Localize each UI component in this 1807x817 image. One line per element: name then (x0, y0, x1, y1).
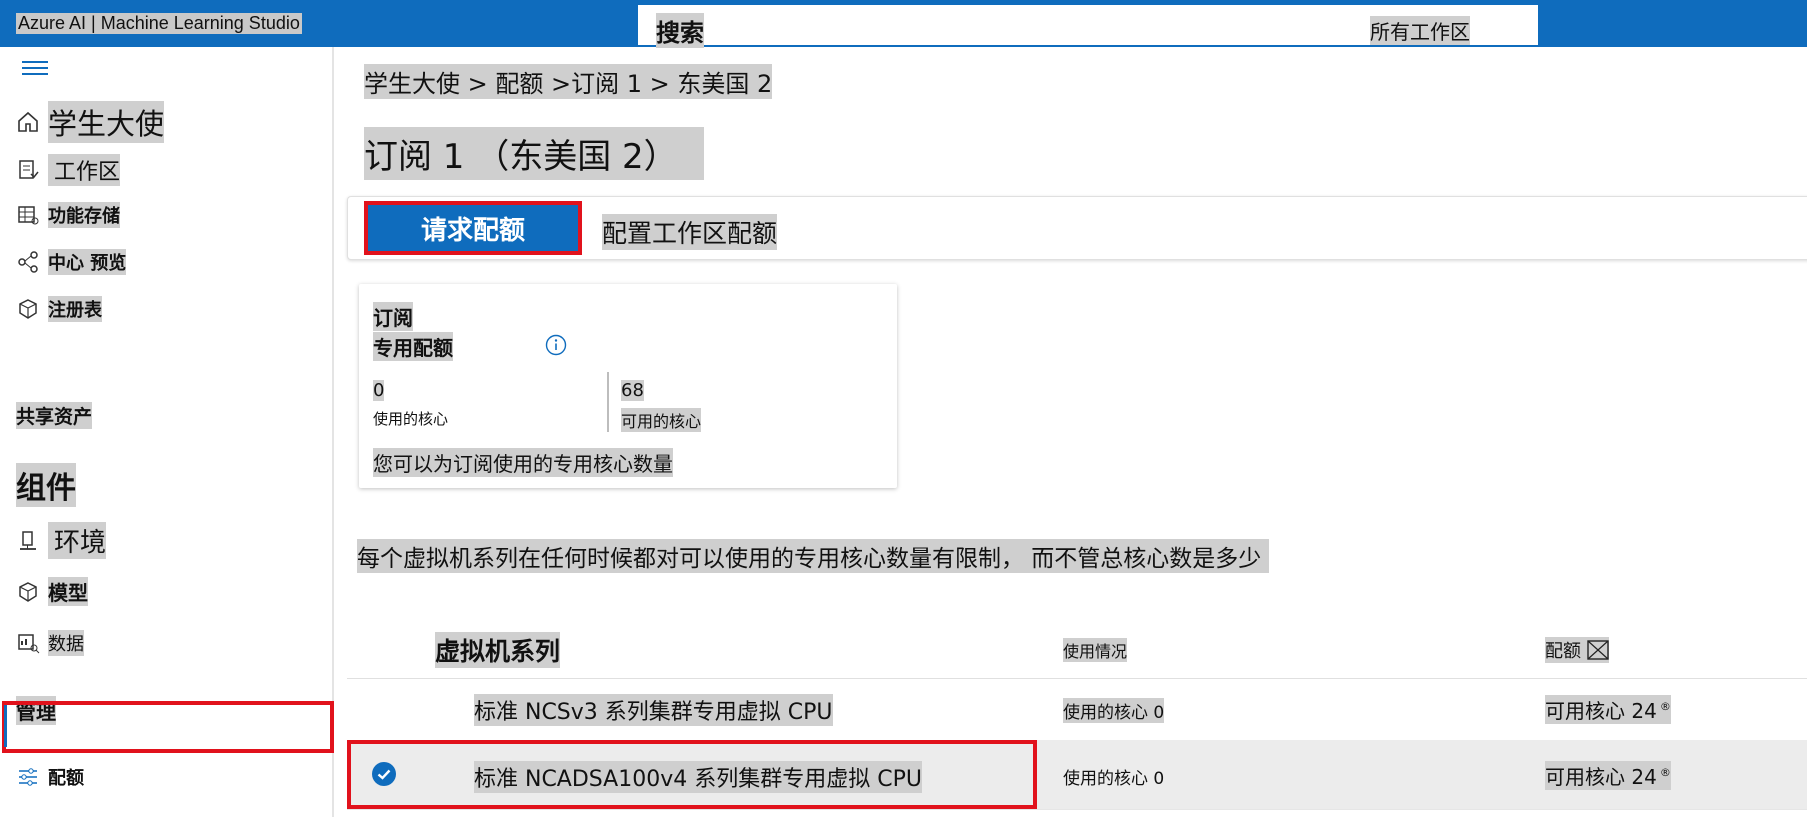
workspace-icon (19, 160, 39, 179)
sidebar-item-label: 学生大使 (48, 101, 165, 143)
available-cores-label: 可用的核心 (621, 408, 702, 432)
dedicated-quota-card: 订阅 专用配额 0 使用的核心 68 可用的核心 您可以为订阅使用的专用核心数量 (359, 284, 897, 488)
vm-family-limit-description: 每个虚拟机系列在任何时候都对可以使用的专用核心数量有限制， 而不管总核心数是多少 (357, 539, 1270, 573)
sidebar-item-label: 工作区 (48, 154, 121, 186)
sidebar-item-label: 环境 (48, 522, 107, 559)
command-bar: 请求配额 配置工作区配额 (347, 196, 1807, 260)
quota-sliders-icon (19, 768, 37, 786)
sidebar-item-label: 功能存储 (48, 202, 120, 228)
table-row[interactable]: 标准 NCSv3 系列集群专用虚拟 CPU 使用的核心 0 可用核心 24 ® (347, 678, 1807, 741)
table-row-selected[interactable]: 标准 NCADSA100v4 系列集群专用虚拟 CPU 使用的核心 0 可用核心… (347, 740, 1807, 810)
quota-note-icon: ® (1659, 700, 1671, 714)
sidebar-item-home[interactable]: 学生大使 (16, 101, 165, 143)
row-checked-icon[interactable] (371, 761, 397, 787)
app-title[interactable]: Azure AI | Machine Learning Studio (16, 13, 302, 34)
card-note: 您可以为订阅使用的专用核心数量 (373, 448, 673, 477)
section-heading-components[interactable]: 组件 (16, 463, 76, 507)
environment-icon (20, 530, 36, 550)
sidebar-item-label: 数据 (48, 630, 84, 656)
used-cores-value: 0 (373, 380, 385, 401)
registry-icon (19, 299, 37, 319)
workspace-scope-dropdown[interactable]: 所有工作区 (1370, 16, 1470, 45)
vm-family-cell: 标准 NCADSA100v4 系列集群专用虚拟 CPU (474, 761, 922, 793)
sidebar-item-environments[interactable]: 环境 (16, 522, 107, 559)
usage-cell: 使用的核心 0 (1063, 769, 1165, 789)
search-box[interactable]: 搜索 所有工作区 (638, 5, 1538, 48)
sidebar-item-label: 中心 预览 (48, 249, 127, 275)
sidebar-item-registries[interactable]: 注册表 (16, 296, 102, 322)
vm-family-cell: 标准 NCSv3 系列集群专用虚拟 CPU (474, 694, 833, 726)
sidebar-item-workspaces[interactable]: 工作区 (16, 154, 121, 186)
sidebar-item-data[interactable]: 数据 (16, 630, 84, 656)
column-header-vm-family[interactable]: 虚拟机系列 (435, 632, 561, 668)
selected-indicator (4, 705, 7, 747)
sidebar-item-feature-store[interactable]: 功能存储 (16, 202, 120, 228)
available-cores-value: 68 (621, 380, 644, 401)
card-subtitle: 专用配额 (373, 332, 453, 361)
table-header: 虚拟机系列 使用情况 配额 (347, 592, 1807, 679)
sidebar-item-hub[interactable]: 中心 预览 (16, 249, 127, 275)
quota-cell-text: 可用核心 24 (1545, 765, 1657, 789)
data-icon (18, 634, 40, 654)
column-filter-icon[interactable] (1587, 640, 1609, 660)
sidebar-item-label: 模型 (48, 577, 88, 606)
sidebar-item-label: 配额 (48, 768, 84, 789)
hub-icon (18, 251, 38, 273)
used-cores-label: 使用的核心 (373, 410, 449, 428)
divider (607, 372, 609, 432)
info-icon[interactable] (545, 334, 567, 356)
vm-family-quota-table: 虚拟机系列 使用情况 配额 标准 NCSv3 系列集群专用虚拟 CPU 使用的核… (347, 592, 1807, 817)
quota-cell-text: 可用核心 24 (1545, 699, 1657, 723)
section-heading-shared-assets: 共享资产 (16, 402, 93, 429)
top-bar: Azure AI | Machine Learning Studio 搜索 所有… (0, 0, 1807, 48)
quota-cell: 可用核心 24 ® (1545, 695, 1671, 724)
column-header-quota[interactable]: 配额 (1545, 637, 1609, 663)
breadcrumb[interactable]: 学生大使 > 配额 >订阅 1 > 东美国 2 (364, 64, 773, 99)
search-label[interactable]: 搜索 (656, 13, 704, 48)
home-icon (18, 111, 38, 132)
hamburger-menu-icon[interactable] (22, 61, 48, 79)
card-title: 订阅 (373, 302, 413, 331)
sidebar-item-label: 注册表 (48, 296, 102, 322)
request-quota-button[interactable]: 请求配额 (368, 205, 578, 251)
quota-nav-highlight (2, 701, 334, 753)
model-icon (19, 581, 37, 602)
column-header-usage[interactable]: 使用情况 (1063, 638, 1128, 662)
column-header-quota-label: 配额 (1545, 641, 1581, 662)
sidebar-item-quota[interactable]: 配额 (16, 764, 84, 790)
feature-store-icon (18, 206, 39, 225)
page-title: 订阅 1 （东美国 2） (364, 127, 704, 180)
configure-workspace-quota-button[interactable]: 配置工作区配额 (602, 214, 778, 250)
quota-note-icon: ® (1659, 766, 1671, 780)
quota-cell: 可用核心 24 ® (1545, 761, 1671, 790)
usage-cell: 使用的核心 0 (1063, 698, 1165, 723)
sidebar-item-models[interactable]: 模型 (16, 577, 88, 606)
